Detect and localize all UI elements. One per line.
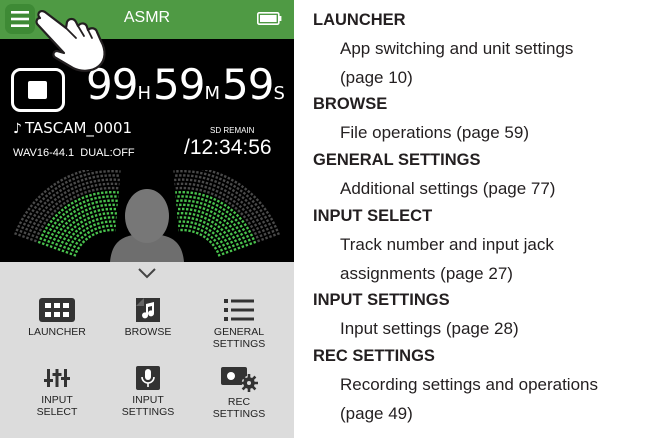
battery-icon xyxy=(257,12,282,25)
counter-minutes: 59 xyxy=(153,60,205,109)
desc-input-select-line2: assignments (page 27) xyxy=(340,264,513,283)
pointing-hand-icon xyxy=(35,10,106,72)
counter-minutes-unit: M xyxy=(204,83,220,104)
sd-remain-time: /12:34:56 xyxy=(184,136,272,159)
meter-segment xyxy=(61,216,117,253)
term-launcher: LAUNCHER xyxy=(313,11,406,29)
desc-input-settings-line1: Input settings (page 28) xyxy=(340,319,519,338)
left-meter xyxy=(14,170,121,257)
general-settings-label: GENERAL SETTINGS xyxy=(212,326,266,350)
rec-gear-icon xyxy=(221,367,258,392)
desc-rec-settings-line1: Recording settings and operations xyxy=(340,375,598,394)
meter-segment xyxy=(200,170,280,236)
input-select-icon xyxy=(44,369,70,387)
desc-rec-settings-line2: (page 49) xyxy=(340,404,413,423)
input-select-label: INPUT SELECT xyxy=(36,394,78,418)
meter-segment xyxy=(177,216,233,253)
rec-settings-button[interactable]: REC SETTINGS xyxy=(194,366,284,420)
counter-seconds-unit: S xyxy=(273,83,285,104)
term-rec-settings: REC SETTINGS xyxy=(313,347,435,365)
rec-settings-label: REC SETTINGS xyxy=(212,396,266,420)
grid-icon xyxy=(39,298,75,322)
counter-seconds: 59 xyxy=(221,60,274,109)
launcher-label: LAUNCHER xyxy=(28,326,86,338)
file-name-text: TASCAM_0001 xyxy=(24,119,133,137)
counter-hours-unit: H xyxy=(137,83,151,104)
input-settings-button[interactable]: INPUT SETTINGS xyxy=(103,366,193,418)
term-general-settings: GENERAL SETTINGS xyxy=(313,151,481,169)
input-settings-label: INPUT SETTINGS xyxy=(121,394,175,418)
chevron-down-icon[interactable] xyxy=(138,268,156,279)
microphone-icon xyxy=(136,366,160,390)
head-silhouette xyxy=(110,189,184,262)
launcher-button[interactable]: LAUNCHER xyxy=(12,298,102,338)
desc-browse-line1: File operations (page 59) xyxy=(340,123,530,142)
file-name: ♪ TASCAM_0001 xyxy=(13,119,132,137)
meter-segment xyxy=(14,170,94,236)
right-meter xyxy=(173,170,280,257)
file-format-info: WAV16-44.1 DUAL:OFF xyxy=(13,147,135,159)
general-settings-button[interactable]: GENERAL SETTINGS xyxy=(194,298,284,350)
sd-remain-label: SD REMAIN xyxy=(210,126,255,135)
device-screen: ASMR 99H59M59S ♪ TASCAM_0001 WAV16-44.1 D… xyxy=(0,0,294,438)
term-input-select: INPUT SELECT xyxy=(313,207,433,225)
level-meters xyxy=(14,170,280,262)
list-icon xyxy=(224,299,254,321)
music-note-icon: ♪ xyxy=(13,121,22,137)
term-input-settings: INPUT SETTINGS xyxy=(313,291,450,309)
browse-label: BROWSE xyxy=(124,326,172,338)
desc-input-select-line1: Track number and input jack xyxy=(340,235,554,254)
desc-general-settings-line1: Additional settings (page 77) xyxy=(340,179,556,198)
input-select-button[interactable]: INPUT SELECT xyxy=(12,366,102,418)
browse-button[interactable]: BROWSE xyxy=(103,298,193,338)
menu-descriptions: LAUNCHER App switching and unit settings… xyxy=(313,0,643,428)
desc-launcher-line1: App switching and unit settings xyxy=(340,39,574,58)
term-browse: BROWSE xyxy=(313,95,388,113)
music-file-icon xyxy=(136,298,160,322)
desc-launcher-line2: (page 10) xyxy=(340,68,413,87)
